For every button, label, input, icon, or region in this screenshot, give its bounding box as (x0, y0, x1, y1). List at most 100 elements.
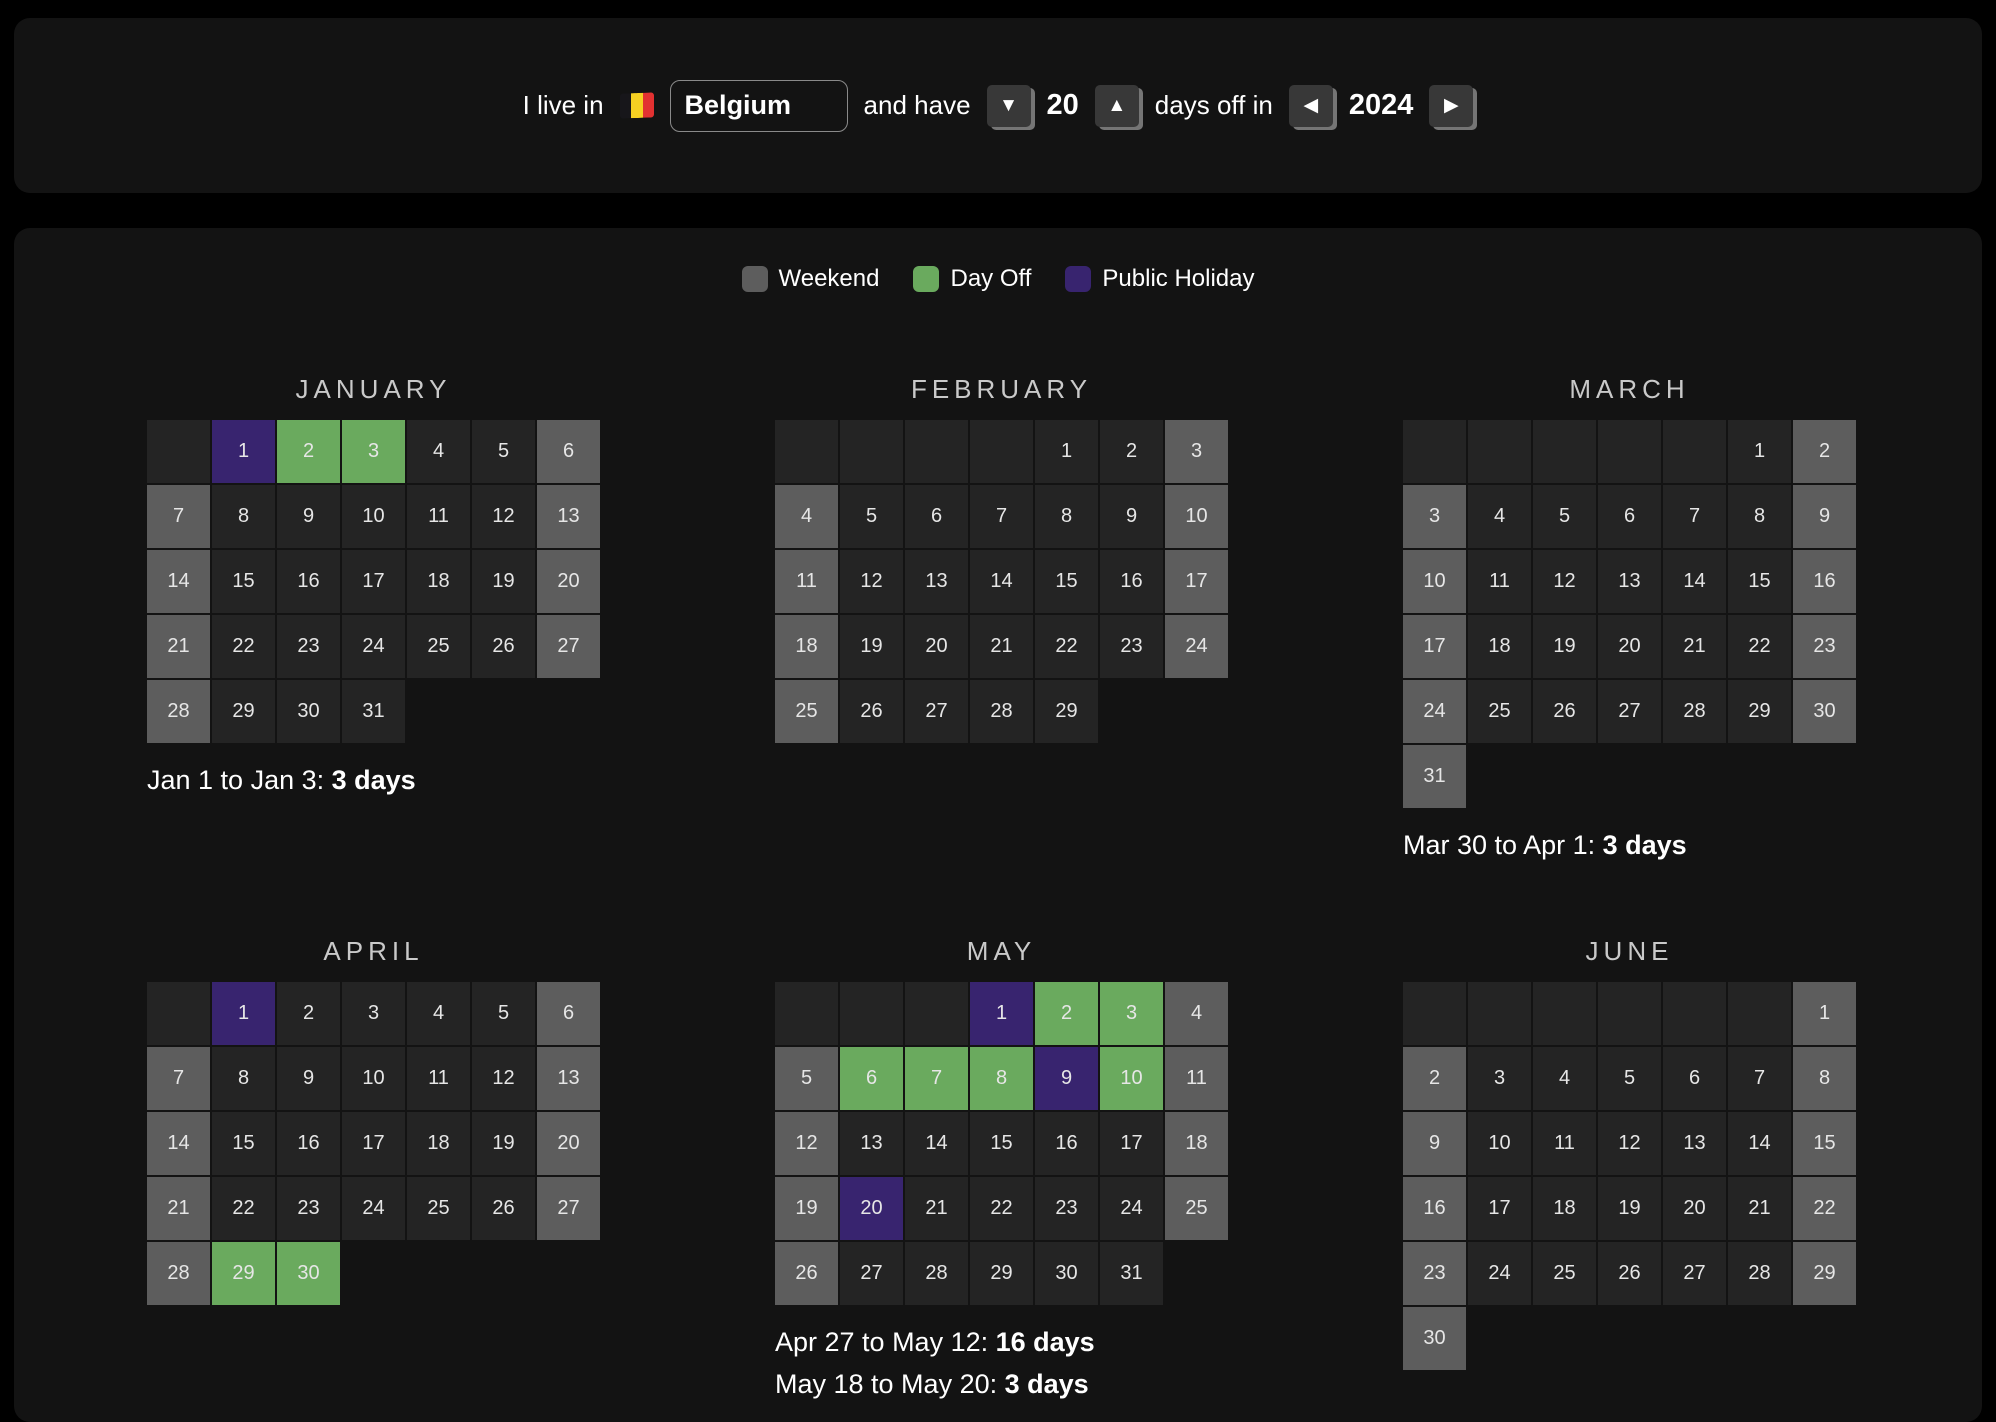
day-cell[interactable]: 25 (775, 680, 838, 743)
day-cell[interactable]: 27 (1598, 680, 1661, 743)
day-cell[interactable]: 9 (1035, 1047, 1098, 1110)
day-cell[interactable]: 9 (1403, 1112, 1466, 1175)
day-cell[interactable]: 28 (1663, 680, 1726, 743)
day-cell[interactable]: 1 (1035, 420, 1098, 483)
day-cell[interactable]: 10 (342, 1047, 405, 1110)
day-cell[interactable]: 1 (212, 420, 275, 483)
day-cell[interactable]: 5 (1598, 1047, 1661, 1110)
day-cell[interactable]: 17 (342, 550, 405, 613)
day-cell[interactable]: 12 (472, 485, 535, 548)
day-cell[interactable]: 12 (1598, 1112, 1661, 1175)
day-cell[interactable]: 3 (342, 420, 405, 483)
day-cell[interactable]: 2 (277, 982, 340, 1045)
day-cell[interactable]: 20 (1663, 1177, 1726, 1240)
day-cell[interactable]: 13 (537, 485, 600, 548)
day-cell[interactable]: 11 (775, 550, 838, 613)
day-cell[interactable]: 31 (1403, 745, 1466, 808)
day-cell[interactable]: 5 (472, 982, 535, 1045)
day-cell[interactable]: 4 (407, 982, 470, 1045)
day-cell[interactable]: 8 (212, 1047, 275, 1110)
day-cell[interactable]: 11 (407, 1047, 470, 1110)
day-cell[interactable]: 14 (1663, 550, 1726, 613)
day-cell[interactable]: 25 (1165, 1177, 1228, 1240)
day-cell[interactable]: 18 (407, 550, 470, 613)
day-cell[interactable]: 19 (1533, 615, 1596, 678)
day-cell[interactable]: 18 (1533, 1177, 1596, 1240)
day-cell[interactable]: 24 (1100, 1177, 1163, 1240)
day-cell[interactable]: 29 (1035, 680, 1098, 743)
day-cell[interactable]: 16 (277, 550, 340, 613)
day-cell[interactable]: 13 (840, 1112, 903, 1175)
day-cell[interactable]: 29 (970, 1242, 1033, 1305)
day-cell[interactable]: 20 (537, 550, 600, 613)
day-cell[interactable]: 8 (970, 1047, 1033, 1110)
day-cell[interactable]: 1 (1793, 982, 1856, 1045)
day-cell[interactable]: 24 (342, 615, 405, 678)
day-cell[interactable]: 18 (775, 615, 838, 678)
day-cell[interactable]: 5 (1533, 485, 1596, 548)
day-cell[interactable]: 6 (840, 1047, 903, 1110)
day-cell[interactable]: 20 (1598, 615, 1661, 678)
day-cell[interactable]: 2 (1100, 420, 1163, 483)
day-cell[interactable]: 8 (1793, 1047, 1856, 1110)
day-cell[interactable]: 19 (775, 1177, 838, 1240)
day-cell[interactable]: 6 (1663, 1047, 1726, 1110)
day-cell[interactable]: 26 (472, 1177, 535, 1240)
day-cell[interactable]: 14 (147, 1112, 210, 1175)
day-cell[interactable]: 21 (970, 615, 1033, 678)
day-cell[interactable]: 8 (1035, 485, 1098, 548)
day-cell[interactable]: 4 (1165, 982, 1228, 1045)
day-cell[interactable]: 30 (277, 1242, 340, 1305)
day-cell[interactable]: 22 (1728, 615, 1791, 678)
day-cell[interactable]: 18 (1468, 615, 1531, 678)
day-cell[interactable]: 24 (1165, 615, 1228, 678)
day-cell[interactable]: 15 (1793, 1112, 1856, 1175)
day-cell[interactable]: 19 (840, 615, 903, 678)
day-cell[interactable]: 6 (537, 982, 600, 1045)
day-cell[interactable]: 4 (1533, 1047, 1596, 1110)
day-cell[interactable]: 10 (1100, 1047, 1163, 1110)
day-cell[interactable]: 7 (1728, 1047, 1791, 1110)
day-cell[interactable]: 14 (970, 550, 1033, 613)
day-cell[interactable]: 10 (1403, 550, 1466, 613)
day-cell[interactable]: 31 (1100, 1242, 1163, 1305)
day-cell[interactable]: 1 (970, 982, 1033, 1045)
day-cell[interactable]: 25 (407, 615, 470, 678)
day-cell[interactable]: 7 (147, 1047, 210, 1110)
day-cell[interactable]: 21 (147, 615, 210, 678)
day-cell[interactable]: 7 (905, 1047, 968, 1110)
day-cell[interactable]: 14 (147, 550, 210, 613)
day-cell[interactable]: 20 (840, 1177, 903, 1240)
day-cell[interactable]: 6 (537, 420, 600, 483)
day-cell[interactable]: 19 (1598, 1177, 1661, 1240)
day-cell[interactable]: 15 (1728, 550, 1791, 613)
day-cell[interactable]: 17 (342, 1112, 405, 1175)
day-cell[interactable]: 9 (1793, 485, 1856, 548)
day-cell[interactable]: 16 (1403, 1177, 1466, 1240)
day-cell[interactable]: 12 (1533, 550, 1596, 613)
previous-year-button[interactable]: ◀ (1289, 85, 1333, 127)
day-cell[interactable]: 23 (1793, 615, 1856, 678)
day-cell[interactable]: 25 (1533, 1242, 1596, 1305)
day-cell[interactable]: 21 (147, 1177, 210, 1240)
day-cell[interactable]: 22 (212, 1177, 275, 1240)
day-cell[interactable]: 28 (147, 680, 210, 743)
day-cell[interactable]: 23 (1403, 1242, 1466, 1305)
day-cell[interactable]: 12 (472, 1047, 535, 1110)
day-cell[interactable]: 21 (1663, 615, 1726, 678)
day-cell[interactable]: 3 (1165, 420, 1228, 483)
day-cell[interactable]: 15 (212, 550, 275, 613)
day-cell[interactable]: 26 (775, 1242, 838, 1305)
day-cell[interactable]: 27 (537, 615, 600, 678)
day-cell[interactable]: 28 (147, 1242, 210, 1305)
day-cell[interactable]: 7 (147, 485, 210, 548)
day-cell[interactable]: 8 (212, 485, 275, 548)
day-cell[interactable]: 10 (1468, 1112, 1531, 1175)
day-cell[interactable]: 25 (1468, 680, 1531, 743)
day-cell[interactable]: 2 (1403, 1047, 1466, 1110)
day-cell[interactable]: 4 (407, 420, 470, 483)
day-cell[interactable]: 20 (905, 615, 968, 678)
day-cell[interactable]: 1 (1728, 420, 1791, 483)
day-cell[interactable]: 18 (1165, 1112, 1228, 1175)
day-cell[interactable]: 10 (1165, 485, 1228, 548)
